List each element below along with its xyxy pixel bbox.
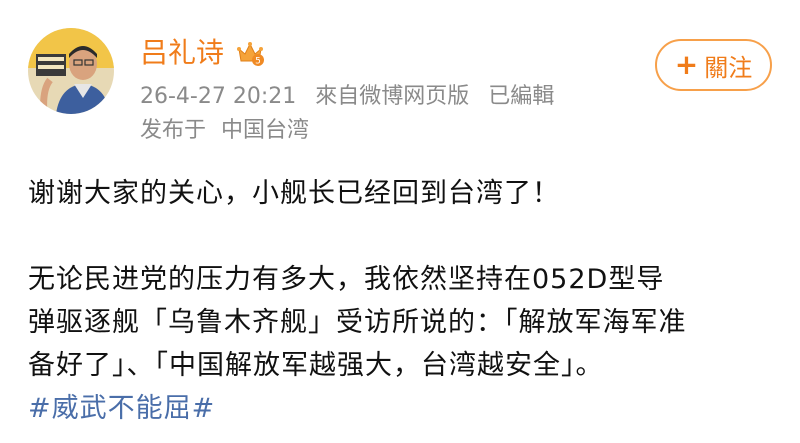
post-meta: 26-4-27 20:21 來自微博网页版 已編輯: [140, 82, 566, 112]
post-text-line: 谢谢大家的关心，小舰长已经回到台湾了！: [28, 178, 560, 209]
location-value: 中国台湾: [221, 118, 310, 143]
post-timestamp[interactable]: 26-4-27 20:21: [140, 84, 296, 109]
post-location: 发布于 中国台湾: [140, 116, 317, 146]
follow-button-label: 關注: [704, 53, 753, 82]
vip-crown-icon[interactable]: 5: [236, 39, 266, 67]
edited-label[interactable]: 已編輯: [488, 84, 554, 109]
post-text-line: 无论民进党的压力有多大，我依然坚持在052D型导: [28, 264, 665, 295]
avatar[interactable]: [28, 28, 114, 114]
post-text-line: 备好了」、「中国解放军越强大，台湾越安全」。: [28, 350, 604, 381]
post-content: 谢谢大家的关心，小舰长已经回到台湾了！ 无论民进党的压力有多大，我依然坚持在05…: [28, 172, 772, 430]
follow-button[interactable]: + 關注: [655, 39, 772, 91]
author-name[interactable]: 吕礼诗: [140, 35, 224, 71]
plus-icon: +: [674, 48, 699, 81]
post-source: 來自微博网页版: [315, 84, 470, 109]
location-label: 发布于: [140, 118, 207, 143]
post-text-line: 弹驱逐舰「乌鲁木齐舰」受访所说的：「解放军海军准: [28, 307, 687, 338]
weibo-post: 吕礼诗 5 + 關注 26-4-27 20:21 來自微博网页版 已編輯 发布于…: [0, 0, 800, 443]
hashtag-link[interactable]: #威武不能屈#: [28, 393, 215, 424]
svg-text:5: 5: [255, 57, 261, 67]
